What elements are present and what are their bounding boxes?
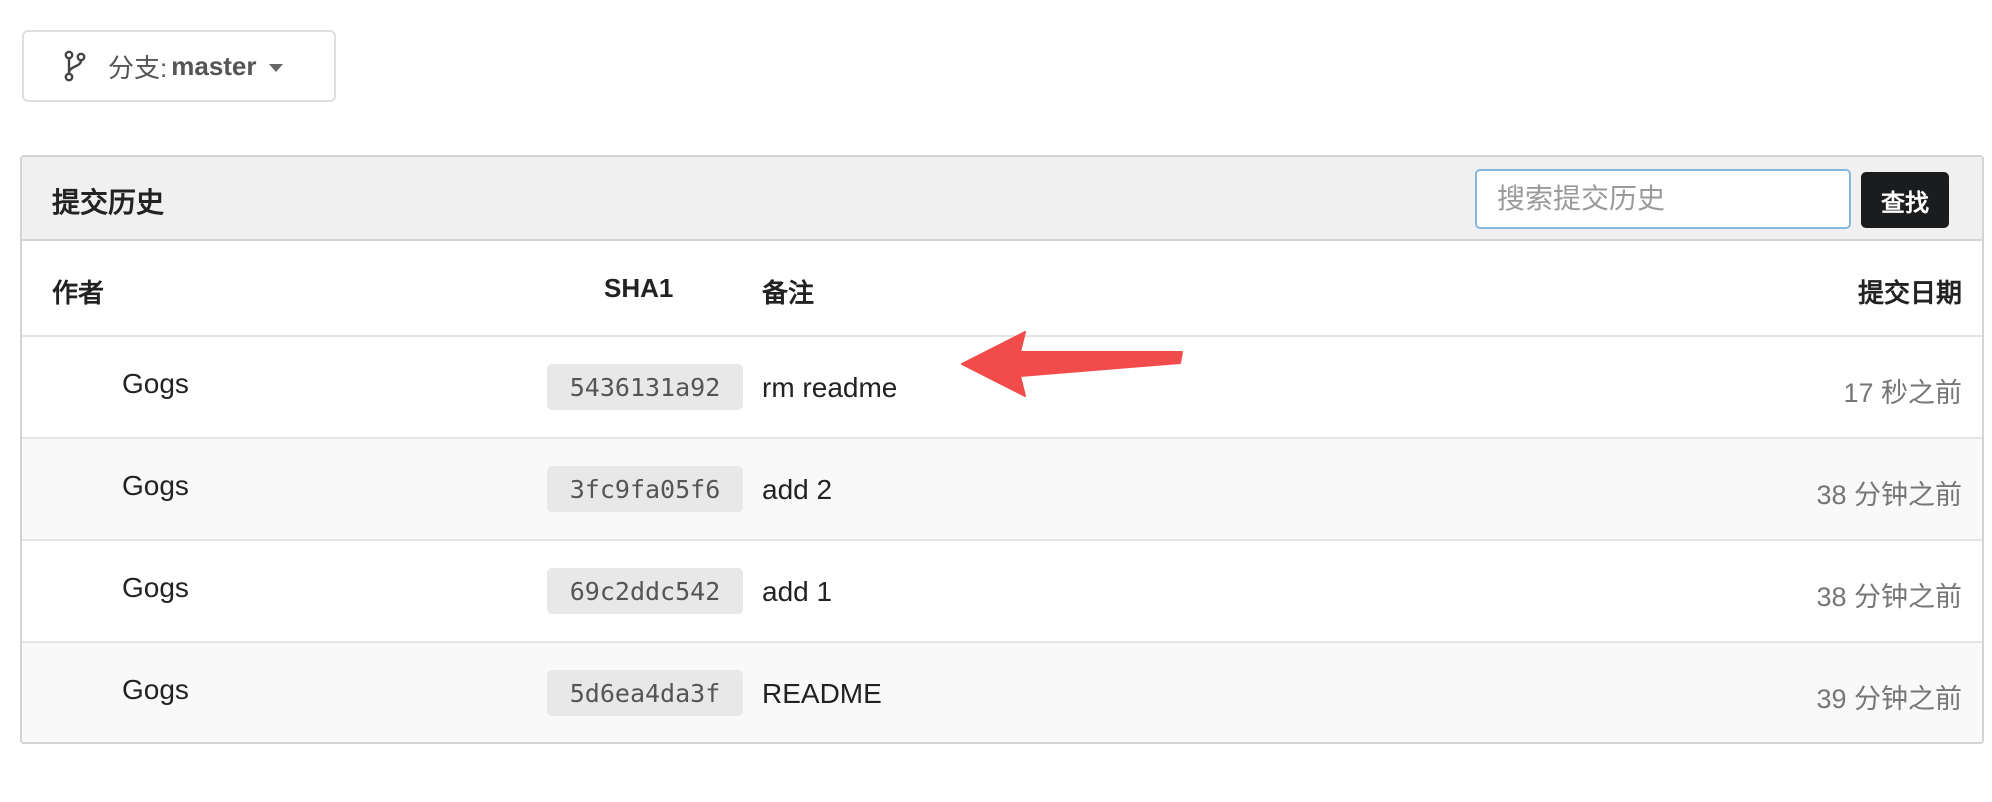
commit-author: Gogs	[122, 572, 189, 603]
commit-message-link[interactable]: add 2	[762, 474, 832, 506]
branch-name: master	[171, 50, 257, 81]
commit-author: Gogs	[122, 674, 189, 705]
panel-header: 提交历史 查找	[22, 157, 1982, 241]
commit-author: Gogs	[122, 470, 189, 501]
git-branch-icon	[64, 50, 86, 82]
commit-author: Gogs	[122, 368, 189, 399]
table-row: Gogs 69c2ddc542 add 1 38 分钟之前	[22, 541, 1982, 643]
search-input[interactable]	[1475, 169, 1851, 229]
caret-down-icon	[268, 64, 283, 72]
commit-message-link[interactable]: rm readme	[762, 372, 897, 404]
branch-dropdown[interactable]: 分支: master	[22, 30, 336, 102]
commit-sha-link[interactable]: 69c2ddc542	[547, 568, 743, 614]
column-header-author: 作者	[52, 278, 105, 308]
table-row: Gogs 3fc9fa05f6 add 2 38 分钟之前	[22, 439, 1982, 541]
commit-sha-link[interactable]: 5436131a92	[547, 364, 743, 410]
commit-date: 17 秒之前	[1843, 378, 1962, 408]
branch-label: 分支:	[108, 52, 168, 83]
commit-date: 38 分钟之前	[1816, 582, 1962, 612]
commit-sha-link[interactable]: 3fc9fa05f6	[547, 466, 743, 512]
column-header-sha: SHA1	[604, 273, 674, 303]
search-button[interactable]: 查找	[1861, 172, 1949, 228]
table-header: 作者 SHA1 备注 提交日期	[22, 241, 1982, 337]
column-header-message: 备注	[762, 278, 815, 308]
commit-sha-link[interactable]: 5d6ea4da3f	[547, 670, 743, 716]
table-row: Gogs 5436131a92 rm readme 17 秒之前	[22, 337, 1982, 439]
commit-date: 38 分钟之前	[1816, 480, 1962, 510]
commit-message-link[interactable]: README	[762, 678, 882, 710]
table-row: Gogs 5d6ea4da3f README 39 分钟之前	[22, 643, 1982, 742]
column-header-date: 提交日期	[1857, 278, 1962, 308]
table-body: Gogs 5436131a92 rm readme 17 秒之前 Gogs 3f…	[22, 337, 1982, 742]
commit-date: 39 分钟之前	[1816, 684, 1962, 714]
commits-panel: 提交历史 查找 作者 SHA1 备注 提交日期 Gogs 5436131a92 …	[20, 155, 1984, 744]
commit-message-link[interactable]: add 1	[762, 576, 832, 608]
panel-title: 提交历史	[52, 187, 165, 218]
